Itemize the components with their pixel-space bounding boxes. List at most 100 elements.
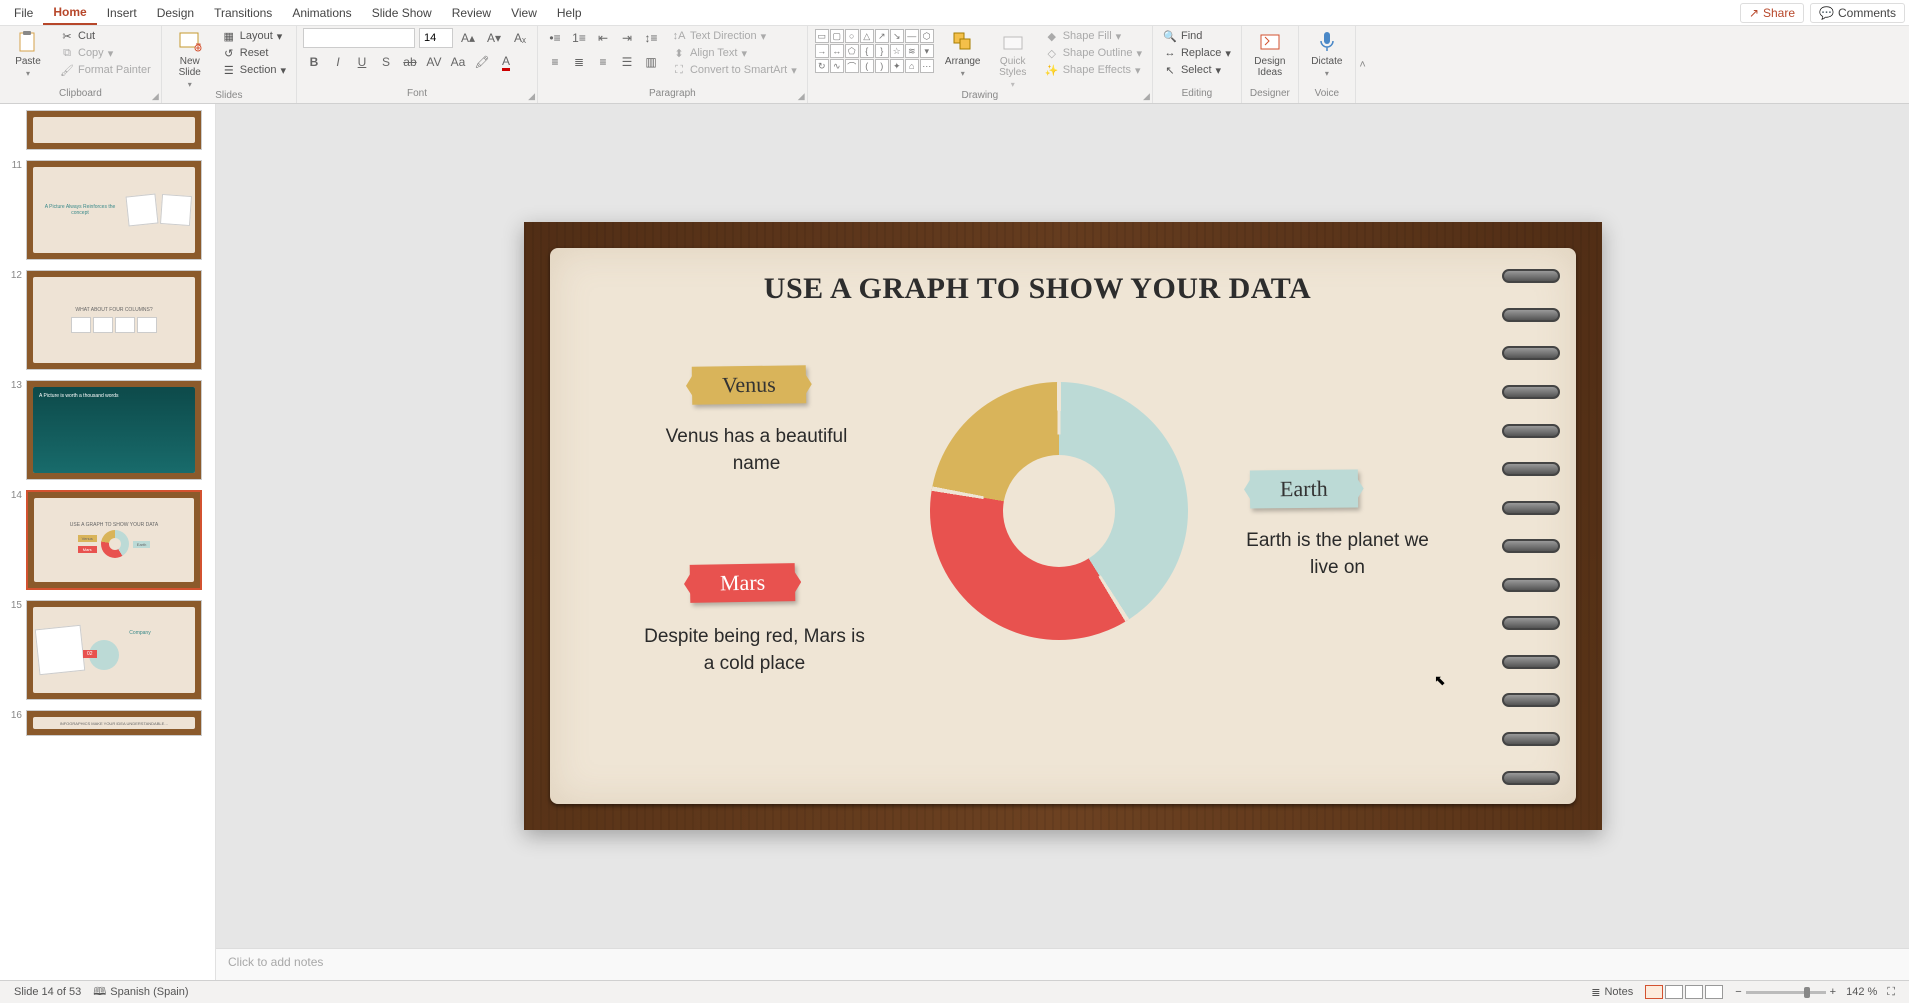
paste-button[interactable]: Paste ▾ — [6, 28, 50, 80]
zoom-level[interactable]: 142 % — [1846, 986, 1877, 998]
dictate-button[interactable]: Dictate ▾ — [1305, 28, 1349, 80]
book-icon: 🕮 — [93, 983, 106, 1002]
thumbnail-15[interactable]: Company02 — [26, 600, 202, 700]
mars-tape[interactable]: Mars — [689, 563, 795, 603]
group-label: Drawing — [814, 90, 1146, 103]
slide[interactable]: USE A GRAPH TO SHOW YOUR DATA Venus Venu… — [524, 222, 1602, 830]
zoom-out-icon[interactable]: − — [1735, 986, 1741, 998]
decrease-font-button[interactable]: A▾ — [483, 28, 505, 48]
find-button[interactable]: 🔍 Find — [1159, 28, 1235, 44]
donut-chart[interactable] — [930, 382, 1188, 640]
slide-title[interactable]: USE A GRAPH TO SHOW YOUR DATA — [590, 272, 1486, 306]
arrange-button[interactable]: Arrange ▾ — [941, 28, 985, 80]
select-button[interactable]: ↖ Select▾ — [1159, 62, 1235, 78]
reading-view-button[interactable] — [1685, 985, 1703, 999]
thumbnail-13[interactable]: A Picture is worth a thousand words — [26, 380, 202, 480]
dedent-button[interactable]: ⇤ — [592, 28, 614, 48]
earth-tape[interactable]: Earth — [1249, 470, 1357, 509]
tab-file[interactable]: File — [4, 2, 43, 24]
font-name-input[interactable] — [303, 28, 415, 48]
tab-home[interactable]: Home — [43, 1, 96, 25]
shapes-gallery[interactable]: ▭▢○△↗↘—⬡ →↔⬠{}☆≋▾ ↻∿⌒()✦⌂⋯ — [814, 28, 935, 74]
bold-button[interactable]: B — [303, 52, 325, 72]
tab-help[interactable]: Help — [547, 2, 592, 24]
char-spacing-button[interactable]: AV — [423, 52, 445, 72]
tab-slideshow[interactable]: Slide Show — [362, 2, 442, 24]
new-slide-button[interactable]: New Slide ▾ — [168, 28, 212, 91]
align-right-button[interactable]: ≡ — [592, 52, 614, 72]
thumbnail-12[interactable]: WHAT ABOUT FOUR COLUMNS? — [26, 270, 202, 370]
tab-design[interactable]: Design — [147, 2, 204, 24]
quick-styles-button[interactable]: Quick Styles ▾ — [991, 28, 1035, 91]
mars-desc[interactable]: Despite being red, Mars is a cold place — [640, 624, 870, 677]
earth-desc[interactable]: Earth is the planet we live on — [1230, 528, 1446, 581]
thumbnail-partial[interactable] — [26, 110, 202, 150]
tab-review[interactable]: Review — [442, 2, 501, 24]
design-ideas-button[interactable]: Design Ideas — [1248, 28, 1292, 80]
align-text-button: ⬍ Align Text▾ — [668, 45, 801, 61]
numbering-button[interactable]: 1≡ — [568, 28, 590, 48]
font-size-input[interactable] — [419, 28, 453, 48]
thumb-number — [8, 110, 22, 150]
thumb-number: 11 — [8, 160, 22, 260]
chevron-down-icon: ▾ — [961, 69, 965, 78]
slide-canvas[interactable]: USE A GRAPH TO SHOW YOUR DATA Venus Venu… — [216, 104, 1909, 948]
venus-desc[interactable]: Venus has a beautiful name — [662, 424, 852, 477]
section-button[interactable]: ☰ Section ▾ — [218, 62, 290, 78]
tab-transitions[interactable]: Transitions — [204, 2, 282, 24]
language-button[interactable]: 🕮 Spanish (Spain) — [87, 983, 194, 1002]
align-center-button[interactable]: ≣ — [568, 52, 590, 72]
sorter-view-button[interactable] — [1665, 985, 1683, 999]
bullets-button[interactable]: •≡ — [544, 28, 566, 48]
thumbnail-16[interactable]: INFOGRAPHICS MAKE YOUR IDEA UNDERSTANDAB… — [26, 710, 202, 736]
align-left-button[interactable]: ≡ — [544, 52, 566, 72]
share-button[interactable]: ↗ Share — [1740, 3, 1804, 23]
justify-button[interactable]: ☰ — [616, 52, 638, 72]
tab-insert[interactable]: Insert — [97, 2, 147, 24]
group-paragraph: •≡ 1≡ ⇤ ⇥ ↕≡ ≡ ≣ ≡ ☰ ▥ ↕A Text Direction — [538, 26, 808, 103]
font-color-button[interactable]: A — [495, 52, 517, 72]
reset-button[interactable]: ↺ Reset — [218, 45, 290, 61]
copy-label: Copy — [78, 47, 104, 59]
dialog-launcher-icon[interactable]: ◢ — [528, 91, 535, 102]
dialog-launcher-icon[interactable]: ◢ — [152, 91, 159, 102]
indent-button[interactable]: ⇥ — [616, 28, 638, 48]
zoom-thumb[interactable] — [1804, 987, 1810, 998]
columns-button[interactable]: ▥ — [640, 52, 662, 72]
dialog-launcher-icon[interactable]: ◢ — [798, 91, 805, 102]
clear-format-button[interactable]: Aₓ — [509, 28, 531, 48]
shape-outline-label: Shape Outline — [1063, 47, 1133, 59]
replace-button[interactable]: ↔ Replace▾ — [1159, 45, 1235, 61]
fit-window-button[interactable]: ⛶ — [1881, 986, 1901, 999]
ribbon: Paste ▾ ✂ Cut ⧉ Copy ▾ 🖌 Format Painter — [0, 26, 1909, 104]
thumbnail-14-selected[interactable]: USE A GRAPH TO SHOW YOUR DATA VenusMars … — [26, 490, 202, 590]
underline-button[interactable]: U — [351, 52, 373, 72]
zoom-slider[interactable]: − + 142 % ⛶ — [1735, 986, 1901, 999]
slideshow-view-button[interactable] — [1705, 985, 1723, 999]
collapse-ribbon-button[interactable]: ˄ — [1356, 26, 1370, 103]
slide-counter[interactable]: Slide 14 of 53 — [8, 986, 87, 998]
zoom-in-icon[interactable]: + — [1830, 986, 1836, 998]
tab-animations[interactable]: Animations — [282, 2, 361, 24]
notes-pane[interactable]: Click to add notes — [216, 948, 1909, 980]
strike-button[interactable]: ab — [399, 52, 421, 72]
shadow-button[interactable]: S — [375, 52, 397, 72]
thumbnail-11[interactable]: A Picture Always Reinforces the concept — [26, 160, 202, 260]
copy-icon: ⧉ — [60, 46, 74, 60]
highlight-button[interactable]: 🖍 — [471, 52, 493, 72]
venus-tape[interactable]: Venus — [691, 365, 805, 405]
normal-view-button[interactable] — [1645, 985, 1663, 999]
layout-icon: ▦ — [222, 29, 236, 43]
comments-button[interactable]: 💬 Comments — [1810, 3, 1905, 23]
notes-toggle[interactable]: ≣ Notes — [1585, 986, 1639, 999]
increase-font-button[interactable]: A▴ — [457, 28, 479, 48]
layout-button[interactable]: ▦ Layout ▾ — [218, 28, 290, 44]
dialog-launcher-icon[interactable]: ◢ — [1143, 91, 1150, 102]
change-case-button[interactable]: Aa — [447, 52, 469, 72]
tab-view[interactable]: View — [501, 2, 547, 24]
zoom-track[interactable] — [1746, 991, 1826, 994]
italic-button[interactable]: I — [327, 52, 349, 72]
line-spacing-button[interactable]: ↕≡ — [640, 28, 662, 48]
cut-button[interactable]: ✂ Cut — [56, 28, 155, 44]
slide-thumbnails-pane[interactable]: 11 A Picture Always Reinforces the conce… — [0, 104, 216, 980]
